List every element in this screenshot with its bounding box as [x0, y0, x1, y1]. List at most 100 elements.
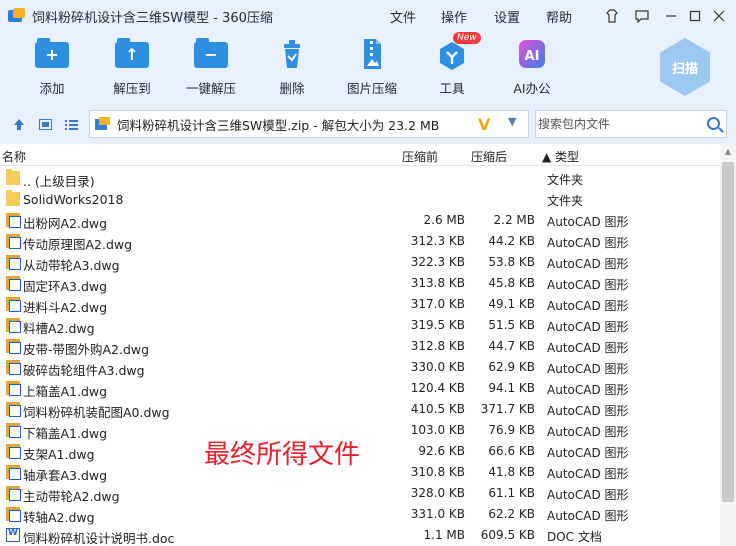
- dwg-file-icon: [6, 297, 21, 312]
- file-size-after: 609.5 KB: [480, 528, 535, 542]
- file-type: 文件夹: [547, 173, 584, 187]
- scroll-up-icon[interactable]: ▲: [720, 144, 736, 160]
- ai-office-button[interactable]: AI AI办公: [492, 38, 572, 102]
- file-row[interactable]: 传动原理图A2.dwg 312.3 KB 44.2 KB AutoCAD 图形: [0, 231, 720, 252]
- file-type: AutoCAD 图形: [547, 278, 629, 292]
- dwg-file-icon: [6, 276, 21, 291]
- svg-text:AI: AI: [525, 49, 540, 64]
- file-size-before: 328.0 KB: [410, 486, 465, 500]
- file-name: 主动带轮A2.dwg: [23, 489, 120, 504]
- delete-button[interactable]: 删除: [252, 38, 332, 102]
- minimize-icon[interactable]: [662, 7, 680, 25]
- search-icon[interactable]: [707, 117, 720, 130]
- file-row[interactable]: 转轴A2.dwg 331.0 KB 62.2 KB AutoCAD 图形: [0, 504, 720, 525]
- archive-path: 饲料粉碎机设计含三维SW模型.zip - 解包大小为 23.2 MB: [117, 117, 440, 133]
- column-compressed[interactable]: 压缩前: [402, 148, 438, 165]
- file-type: AutoCAD 图形: [547, 446, 629, 460]
- menu-file[interactable]: 文件: [390, 7, 416, 26]
- file-row[interactable]: 料槽A2.dwg 319.5 KB 51.5 KB AutoCAD 图形: [0, 315, 720, 336]
- app-logo-icon: [8, 8, 26, 24]
- file-type: AutoCAD 图形: [547, 320, 629, 334]
- close-icon[interactable]: [710, 7, 728, 25]
- file-row[interactable]: 饲料粉碎机装配图A0.dwg 410.5 KB 371.7 KB AutoCAD 图形: [0, 399, 720, 420]
- file-size-before: 103.0 KB: [410, 423, 465, 437]
- file-size-after: 76.9 KB: [488, 423, 535, 437]
- column-name[interactable]: 名称: [2, 148, 26, 165]
- app-window: 饲料粉碎机设计含三维SW模型 - 360压缩 文件 操作 设置 帮助 + 添加: [0, 0, 736, 546]
- skin-icon[interactable]: [603, 7, 621, 25]
- file-list: 名称 压缩前 压缩后 ▲ 类型 .. (上级目录) 文件夹 SolidWorks20…: [0, 144, 720, 546]
- up-arrow-icon[interactable]: [11, 116, 27, 132]
- file-row[interactable]: 主动带轮A2.dwg 328.0 KB 61.1 KB AutoCAD 图形: [0, 483, 720, 504]
- scan-button[interactable]: 扫描: [660, 38, 710, 96]
- dwg-file-icon: [6, 213, 21, 228]
- tools-icon: New: [435, 32, 481, 70]
- feedback-icon[interactable]: [633, 7, 651, 25]
- file-row[interactable]: SolidWorks2018 文件夹: [0, 189, 720, 210]
- file-row[interactable]: 破碎齿轮组件A3.dwg 330.0 KB 62.9 KB AutoCAD 图形: [0, 357, 720, 378]
- thumbnail-view-icon[interactable]: [37, 116, 53, 132]
- file-type: DOC 文档: [547, 530, 602, 544]
- dwg-file-icon: [6, 381, 21, 396]
- title-bar: 饲料粉碎机设计含三维SW模型 - 360压缩 文件 操作 设置 帮助: [0, 0, 736, 32]
- new-badge: New: [453, 32, 481, 44]
- zip-file-icon: [95, 117, 111, 131]
- list-view-icon[interactable]: [63, 116, 79, 132]
- file-size-before: 317.0 KB: [410, 297, 465, 311]
- dwg-file-icon: [6, 402, 21, 417]
- file-type: AutoCAD 图形: [547, 509, 629, 523]
- maximize-icon[interactable]: [686, 7, 704, 25]
- file-row[interactable]: 出粉网A2.dwg 2.6 MB 2.2 MB AutoCAD 图形: [0, 210, 720, 231]
- menu-help[interactable]: 帮助: [546, 7, 572, 26]
- add-button[interactable]: + 添加: [12, 38, 92, 102]
- list-header: 名称 压缩前 压缩后 ▲ 类型: [0, 144, 720, 166]
- dwg-file-icon: [6, 486, 21, 501]
- file-name: 皮带-带图外购A2.dwg: [23, 342, 150, 357]
- search-input[interactable]: [536, 111, 701, 137]
- file-size-after: 53.8 KB: [488, 255, 535, 269]
- file-name: 下箱盖A1.dwg: [23, 426, 108, 441]
- file-row[interactable]: 从动带轮A3.dwg 322.3 KB 53.8 KB AutoCAD 图形: [0, 252, 720, 273]
- file-size-after: 2.2 MB: [493, 213, 535, 227]
- file-size-after: 45.8 KB: [488, 276, 535, 290]
- scrollbar-thumb[interactable]: [722, 162, 734, 502]
- delete-icon: [275, 38, 309, 70]
- file-type: AutoCAD 图形: [547, 362, 629, 376]
- menu-operation[interactable]: 操作: [441, 7, 467, 26]
- column-original[interactable]: 压缩后: [471, 148, 507, 165]
- file-size-after: 51.5 KB: [488, 318, 535, 332]
- extract-to-button[interactable]: ↑ 解压到: [92, 38, 172, 102]
- address-bar[interactable]: 饲料粉碎机设计含三维SW模型.zip - 解包大小为 23.2 MB V ▼: [89, 110, 529, 138]
- file-row[interactable]: 上箱盖A1.dwg 120.4 KB 94.1 KB AutoCAD 图形: [0, 378, 720, 399]
- file-size-after: 49.1 KB: [488, 297, 535, 311]
- file-name: 固定环A3.dwg: [23, 279, 108, 294]
- file-size-before: 312.3 KB: [410, 234, 465, 248]
- file-row[interactable]: 进料斗A2.dwg 317.0 KB 49.1 KB AutoCAD 图形: [0, 294, 720, 315]
- file-row[interactable]: 饲料粉碎机设计说明书.doc 1.1 MB 609.5 KB DOC 文档: [0, 525, 720, 546]
- column-type[interactable]: ▲ 类型: [542, 148, 579, 165]
- file-size-after: 94.1 KB: [488, 381, 535, 395]
- file-type: AutoCAD 图形: [547, 467, 629, 481]
- tools-button[interactable]: New 工具: [412, 32, 492, 102]
- one-click-extract-button[interactable]: − 一键解压: [171, 38, 251, 102]
- file-name: 饲料粉碎机装配图A0.dwg: [23, 405, 170, 420]
- file-type: AutoCAD 图形: [547, 488, 629, 502]
- add-icon: +: [35, 38, 69, 70]
- menu-settings[interactable]: 设置: [494, 7, 520, 26]
- file-row[interactable]: .. (上级目录) 文件夹: [0, 168, 720, 189]
- file-name: 上箱盖A1.dwg: [23, 384, 108, 399]
- folder-icon: [6, 190, 20, 206]
- dwg-file-icon: [6, 423, 21, 438]
- image-compress-button[interactable]: 图片压缩: [332, 38, 412, 102]
- file-size-after: 61.1 KB: [488, 486, 535, 500]
- chevron-down-icon[interactable]: ▼: [508, 115, 516, 128]
- dwg-file-icon: [6, 255, 21, 270]
- file-size-after: 41.8 KB: [488, 465, 535, 479]
- dwg-file-icon: [6, 339, 21, 354]
- file-size-before: 312.8 KB: [410, 339, 465, 353]
- file-row[interactable]: 皮带-带图外购A2.dwg 312.8 KB 44.7 KB AutoCAD 图形: [0, 336, 720, 357]
- folder-icon: [6, 169, 20, 185]
- file-name: 传动原理图A2.dwg: [23, 237, 133, 252]
- file-row[interactable]: 固定环A3.dwg 313.8 KB 45.8 KB AutoCAD 图形: [0, 273, 720, 294]
- vertical-scrollbar[interactable]: ▲: [720, 144, 736, 546]
